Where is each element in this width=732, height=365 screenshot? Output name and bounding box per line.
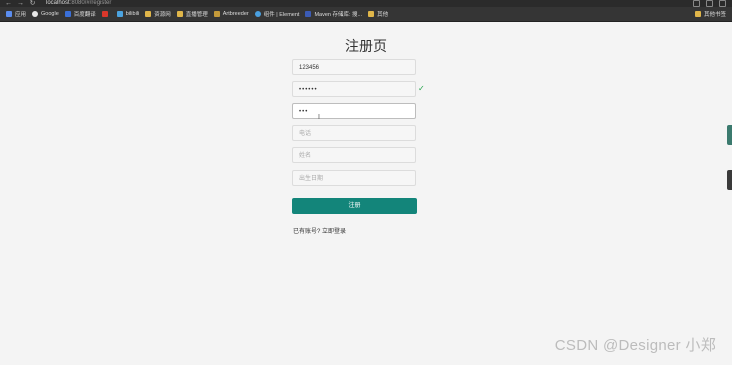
register-button[interactable]: 注册 bbox=[292, 198, 417, 214]
bookmark-other[interactable]: 其他 bbox=[368, 10, 388, 18]
maven-icon bbox=[305, 11, 312, 17]
url-path: :8080/#/register bbox=[69, 0, 112, 6]
bilibili-icon bbox=[116, 11, 123, 17]
has-account-text: 已有账号? bbox=[293, 229, 321, 235]
check-icon: ✓ bbox=[418, 84, 425, 93]
text-cursor-icon: I bbox=[318, 114, 320, 121]
birthday-input[interactable]: 出生日期 bbox=[292, 170, 416, 186]
bookmark-label: Maven 存储库: 搜... bbox=[314, 12, 363, 18]
address-bar[interactable]: localhost:8080/#/register bbox=[46, 0, 111, 7]
username-input[interactable]: 123456 bbox=[292, 59, 416, 75]
bookmark-label: 其他书签 bbox=[703, 12, 726, 18]
side-feedback-tab[interactable] bbox=[727, 125, 732, 145]
bookmark-other-bookmarks[interactable]: 其他书签 bbox=[694, 10, 726, 18]
watermark: CSDN @Designer 小郑 bbox=[554, 337, 716, 354]
bookmark-label: Artbreeder bbox=[222, 11, 249, 17]
bookmark-label: 直播管理 bbox=[185, 12, 208, 18]
bookmark-label: 其他 bbox=[377, 12, 389, 18]
extension-icon[interactable] bbox=[706, 0, 713, 7]
bookmark-artbreeder[interactable]: Artbreeder bbox=[213, 11, 249, 17]
bookmark-baidu-translate[interactable]: 百度翻译 bbox=[64, 10, 96, 18]
password-input[interactable]: •••••• bbox=[292, 81, 416, 97]
bookmark-live[interactable]: 直播管理 bbox=[176, 10, 208, 18]
page-title: 注册页 bbox=[345, 38, 387, 54]
bookmark-google[interactable]: Google bbox=[32, 11, 59, 17]
side-collapse-tab[interactable] bbox=[727, 170, 732, 190]
folder-icon bbox=[145, 11, 152, 17]
login-prompt: 已有账号? 立即登录 bbox=[293, 226, 346, 235]
bookmark-label: bilibili bbox=[125, 11, 140, 17]
browser-extensions bbox=[693, 0, 726, 7]
bookmark-resources[interactable]: 资源网 bbox=[145, 10, 171, 18]
back-icon[interactable]: ← bbox=[5, 0, 12, 7]
bookmark-element[interactable]: 组件 | Element bbox=[254, 10, 300, 18]
folder-icon bbox=[176, 11, 183, 17]
browser-titlebar: ← → ↻ localhost:8080/#/register bbox=[0, 0, 732, 7]
bookmark-label: 资源网 bbox=[154, 12, 171, 18]
phone-input[interactable]: 电话 bbox=[292, 125, 416, 141]
profile-icon[interactable] bbox=[719, 0, 726, 7]
extension-icon[interactable] bbox=[693, 0, 700, 7]
login-link[interactable]: 立即登录 bbox=[322, 229, 346, 235]
forward-icon[interactable]: → bbox=[17, 0, 24, 7]
bookmark-label: 百度翻译 bbox=[73, 12, 96, 18]
bookmark-maven[interactable]: Maven 存储库: 搜... bbox=[305, 10, 362, 18]
name-input[interactable]: 姓名 bbox=[292, 147, 416, 163]
bookmarks-bar: 应用 Google 百度翻译 bilibili 资源网 直播管理 Artbree… bbox=[0, 7, 732, 22]
bookmark-red[interactable] bbox=[101, 11, 111, 17]
apps-icon bbox=[6, 11, 12, 17]
folder-icon bbox=[694, 11, 701, 17]
element-icon bbox=[254, 11, 261, 17]
c-icon bbox=[101, 11, 108, 17]
folder-icon bbox=[368, 11, 375, 17]
bookmark-label: Google bbox=[41, 11, 59, 17]
bookmark-label: 组件 | Element bbox=[263, 12, 300, 18]
google-icon bbox=[32, 11, 39, 17]
bookmark-bilibili[interactable]: bilibili bbox=[116, 11, 140, 17]
url-host: localhost bbox=[46, 0, 70, 6]
artbreeder-icon bbox=[213, 11, 220, 17]
bookmark-label: 应用 bbox=[15, 12, 27, 18]
reload-icon[interactable]: ↻ bbox=[29, 0, 36, 7]
confirm-password-input[interactable]: ••• bbox=[292, 103, 416, 119]
translate-icon bbox=[64, 11, 71, 17]
bookmark-apps[interactable]: 应用 bbox=[6, 10, 26, 18]
